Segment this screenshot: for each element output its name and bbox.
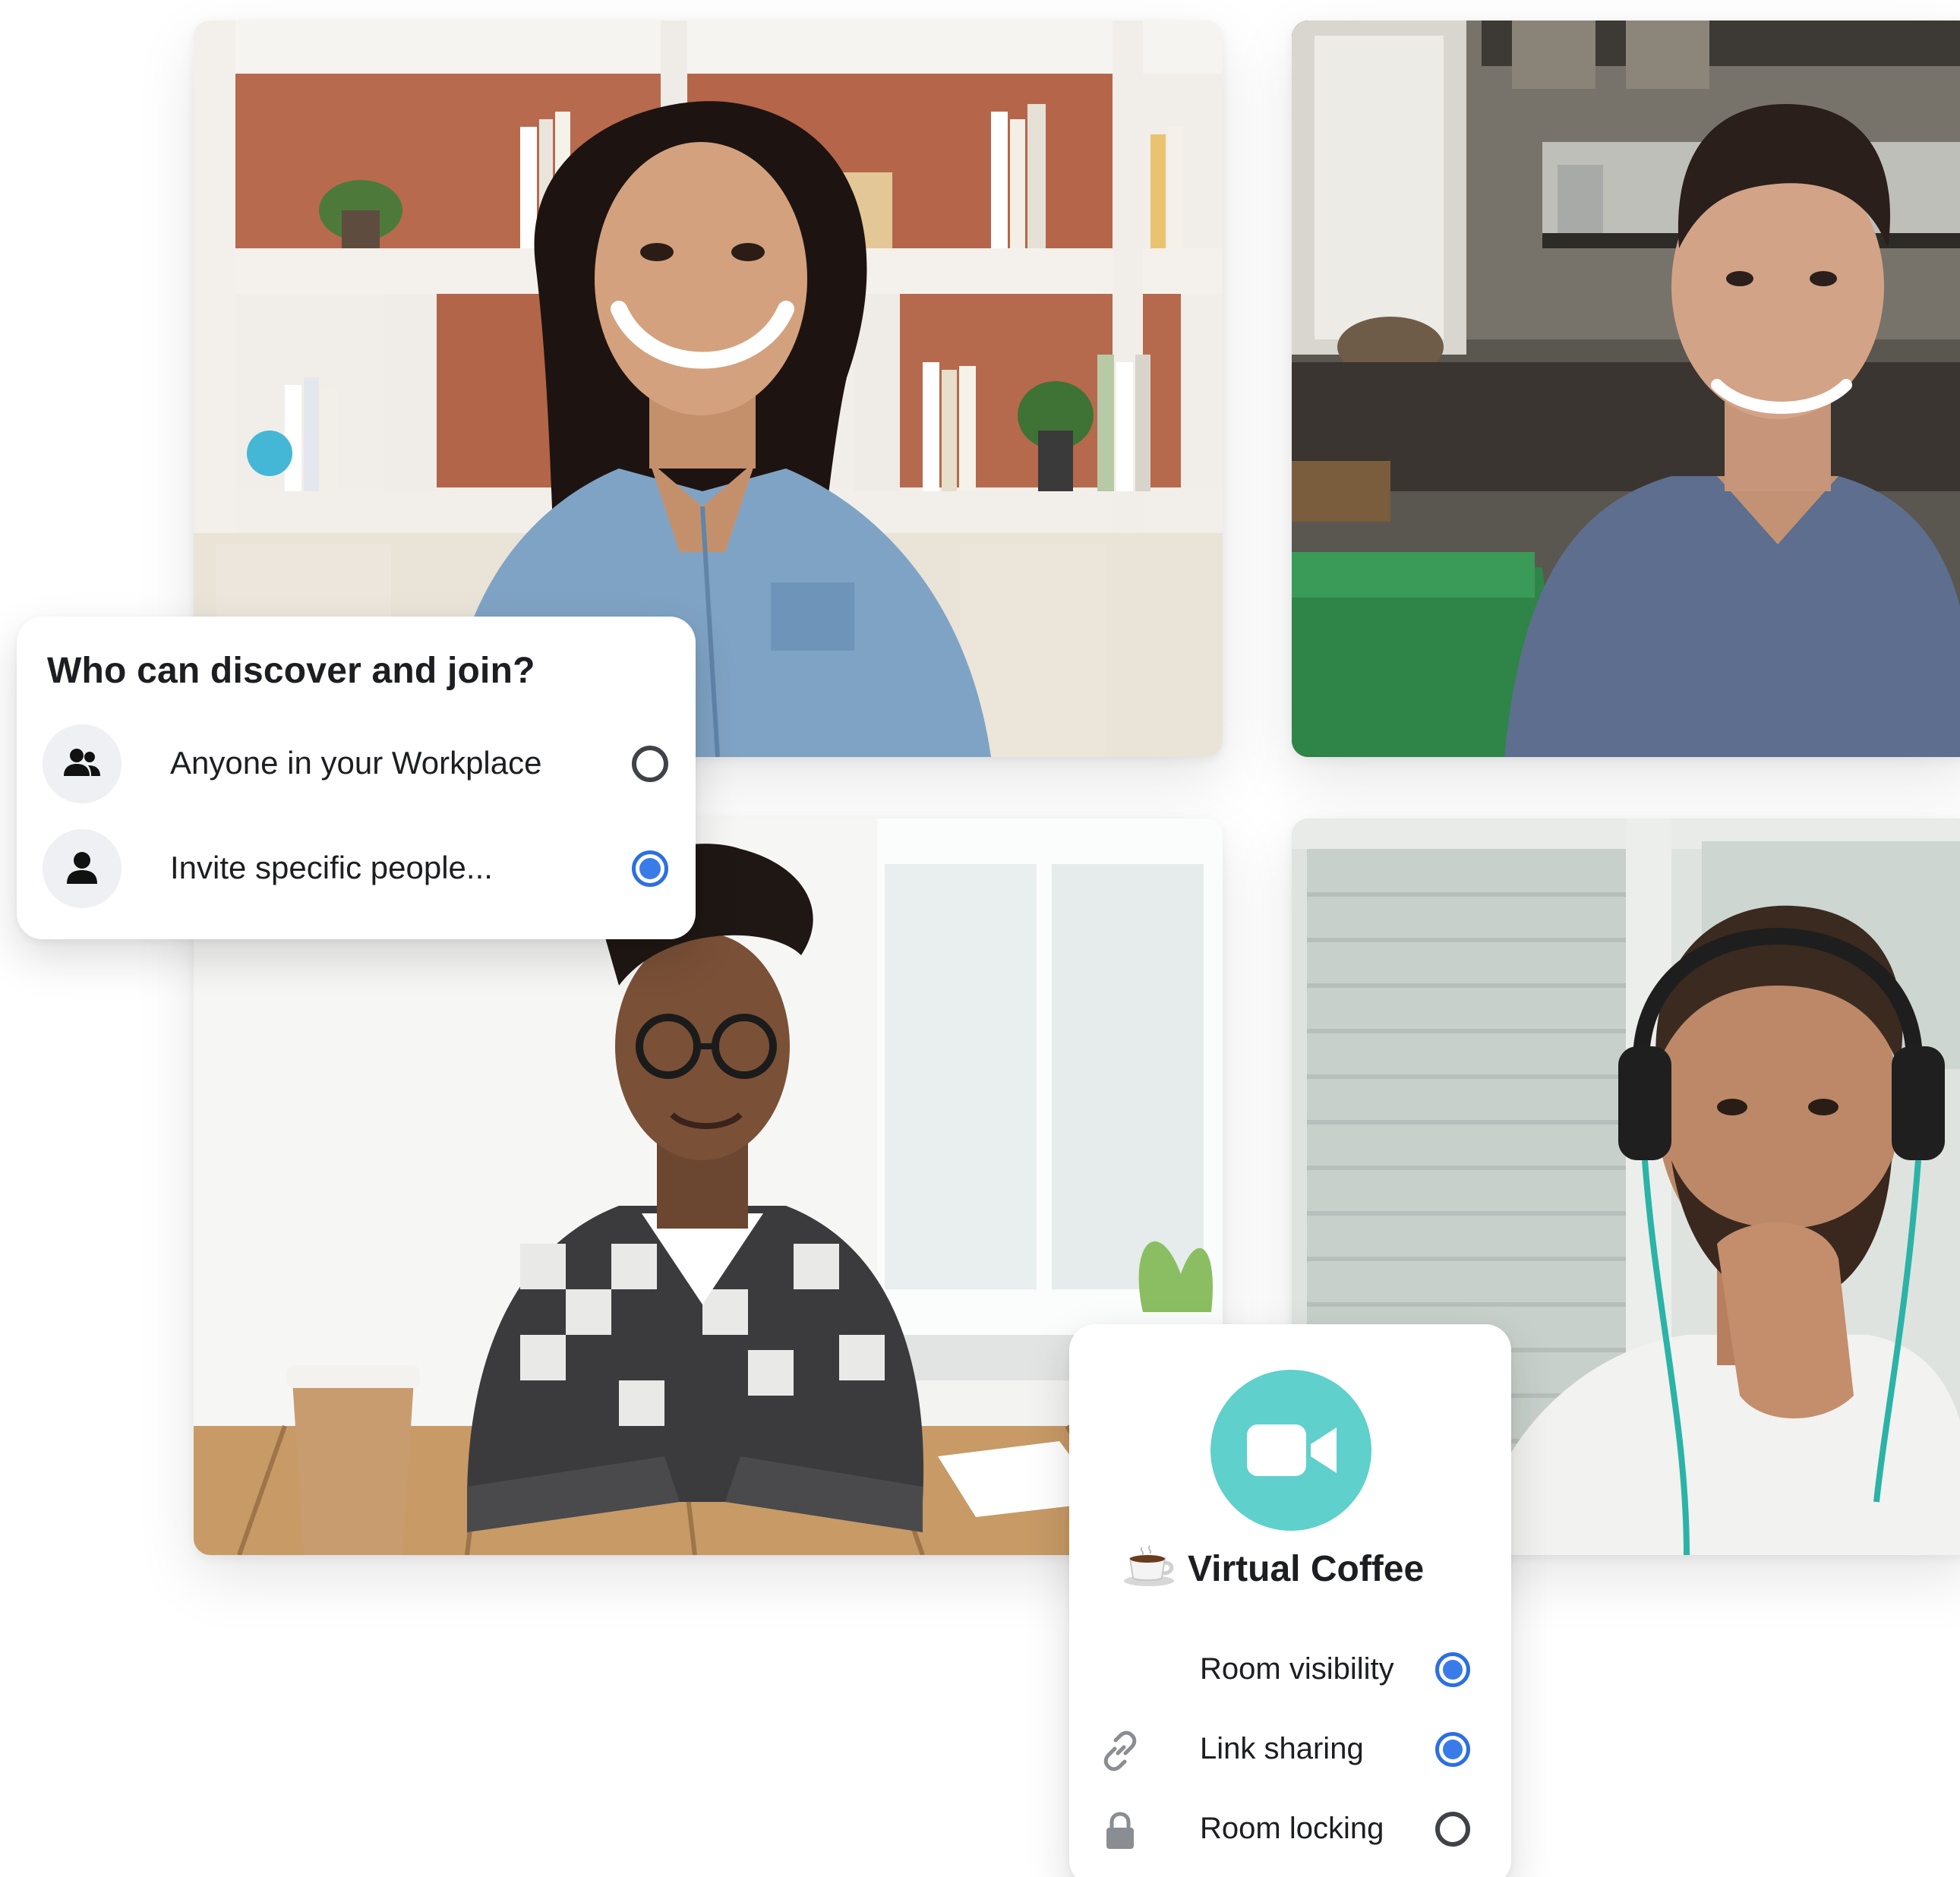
radio-button-selected[interactable] (1435, 1652, 1470, 1687)
option-label: Anyone in your Workplace (170, 745, 542, 781)
room-settings-card: Virtual Coffee Room visibility Link shar… (1069, 1324, 1511, 1877)
join-permission-dialog: Who can discover and join? Anyone in you… (17, 617, 696, 939)
room-title: Virtual Coffee (1122, 1544, 1424, 1590)
setting-label: Link sharing (1200, 1732, 1364, 1765)
lock-icon (1106, 1812, 1134, 1849)
radio-button-unselected[interactable] (1435, 1812, 1470, 1847)
setting-room-visibility[interactable]: Room visibility (1100, 1643, 1487, 1696)
participant-video-tile[interactable] (1292, 21, 1960, 757)
option-invite-specific-people[interactable]: Invite specific people... (43, 829, 680, 908)
video-camera-icon (1210, 1370, 1371, 1531)
link-icon (1103, 1730, 1137, 1771)
radio-button-selected[interactable] (1435, 1732, 1470, 1767)
participant-video-man-kitchen (1292, 21, 1960, 757)
option-anyone-in-workplace[interactable]: Anyone in your Workplace (43, 724, 680, 803)
room-title-text: Virtual Coffee (1188, 1549, 1425, 1589)
setting-room-locking[interactable]: Room locking (1100, 1803, 1487, 1856)
setting-label: Room locking (1200, 1812, 1384, 1845)
setting-label: Room visibility (1200, 1652, 1394, 1686)
radio-button-selected[interactable] (632, 850, 668, 887)
person-icon (43, 829, 122, 908)
radio-button-unselected[interactable] (632, 746, 668, 782)
video-call-collage: Who can discover and join? Anyone in you… (0, 0, 1960, 1877)
dialog-title: Who can discover and join? (47, 651, 535, 691)
option-label: Invite specific people... (170, 850, 493, 885)
coffee-cup-icon (1124, 1545, 1174, 1586)
setting-link-sharing[interactable]: Link sharing (1100, 1723, 1487, 1776)
people-icon (43, 724, 122, 803)
